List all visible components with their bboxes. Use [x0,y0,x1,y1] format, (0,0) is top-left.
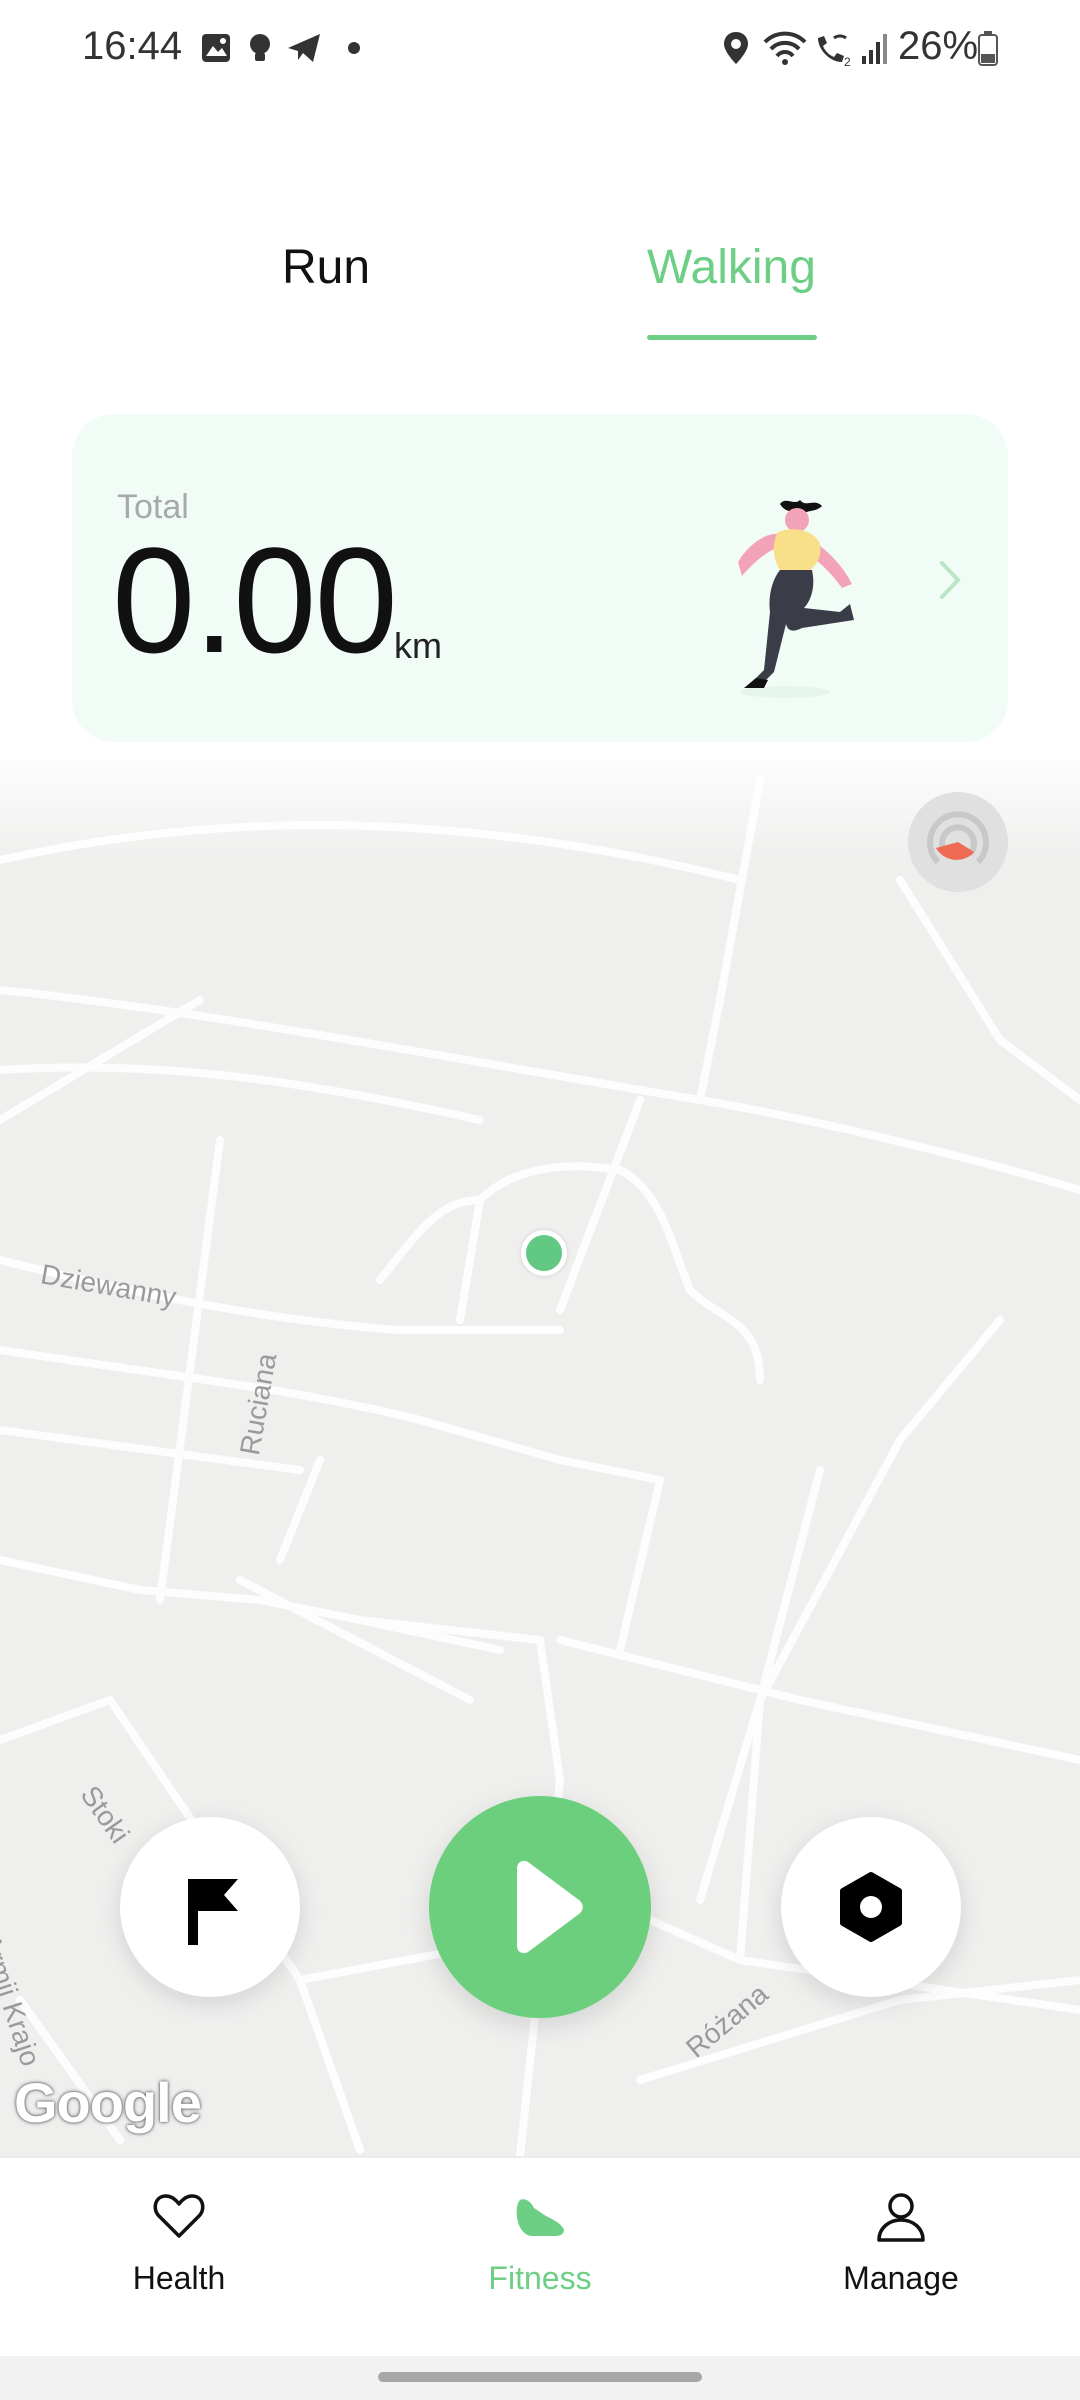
flag-icon [188,1879,238,1945]
nav-health[interactable]: Health [79,2186,279,2306]
dot-icon [348,42,360,54]
gps-signal-button[interactable] [908,792,1008,892]
current-location-marker [521,1230,567,1276]
tab-run[interactable]: Run [282,240,370,295]
battery-percentage: 26% [898,24,979,68]
status-time: 16:44 [82,24,183,68]
heart-icon [153,2194,205,2238]
google-attribution: Google [14,2071,202,2134]
wifi-icon [763,31,807,65]
nav-manage-label: Manage [843,2260,959,2296]
nav-manage[interactable]: Manage [801,2186,1001,2306]
play-icon [517,1860,583,1954]
active-tab-indicator [647,335,817,340]
settings-icon [840,1872,902,1942]
nav-fitness[interactable]: Fitness [440,2186,640,2306]
nav-fitness-label: Fitness [488,2260,592,2296]
gps-signal-icon [927,811,989,865]
telegram-icon [288,34,320,62]
lap-flag-button[interactable] [120,1817,300,1997]
workout-settings-button[interactable] [781,1817,961,1997]
tab-walking[interactable]: Walking [647,240,816,295]
start-workout-button[interactable] [429,1796,651,2018]
battery-icon [978,31,998,66]
distance-unit: km [394,625,442,666]
gallery-icon [202,34,230,62]
location-icon [724,32,748,64]
nav-health-label: Health [132,2260,226,2296]
chevron-right-icon[interactable] [930,555,970,605]
total-distance-value: 0.00 [112,516,398,684]
svg-text:2: 2 [844,55,851,68]
bulb-icon [250,34,270,61]
wifi-call-icon: 2 [818,34,851,68]
home-indicator[interactable] [378,2372,702,2382]
shoe-icon [516,2199,564,2236]
signal-icon [862,34,887,64]
person-icon [877,2193,925,2242]
walker-illustration [738,500,854,698]
